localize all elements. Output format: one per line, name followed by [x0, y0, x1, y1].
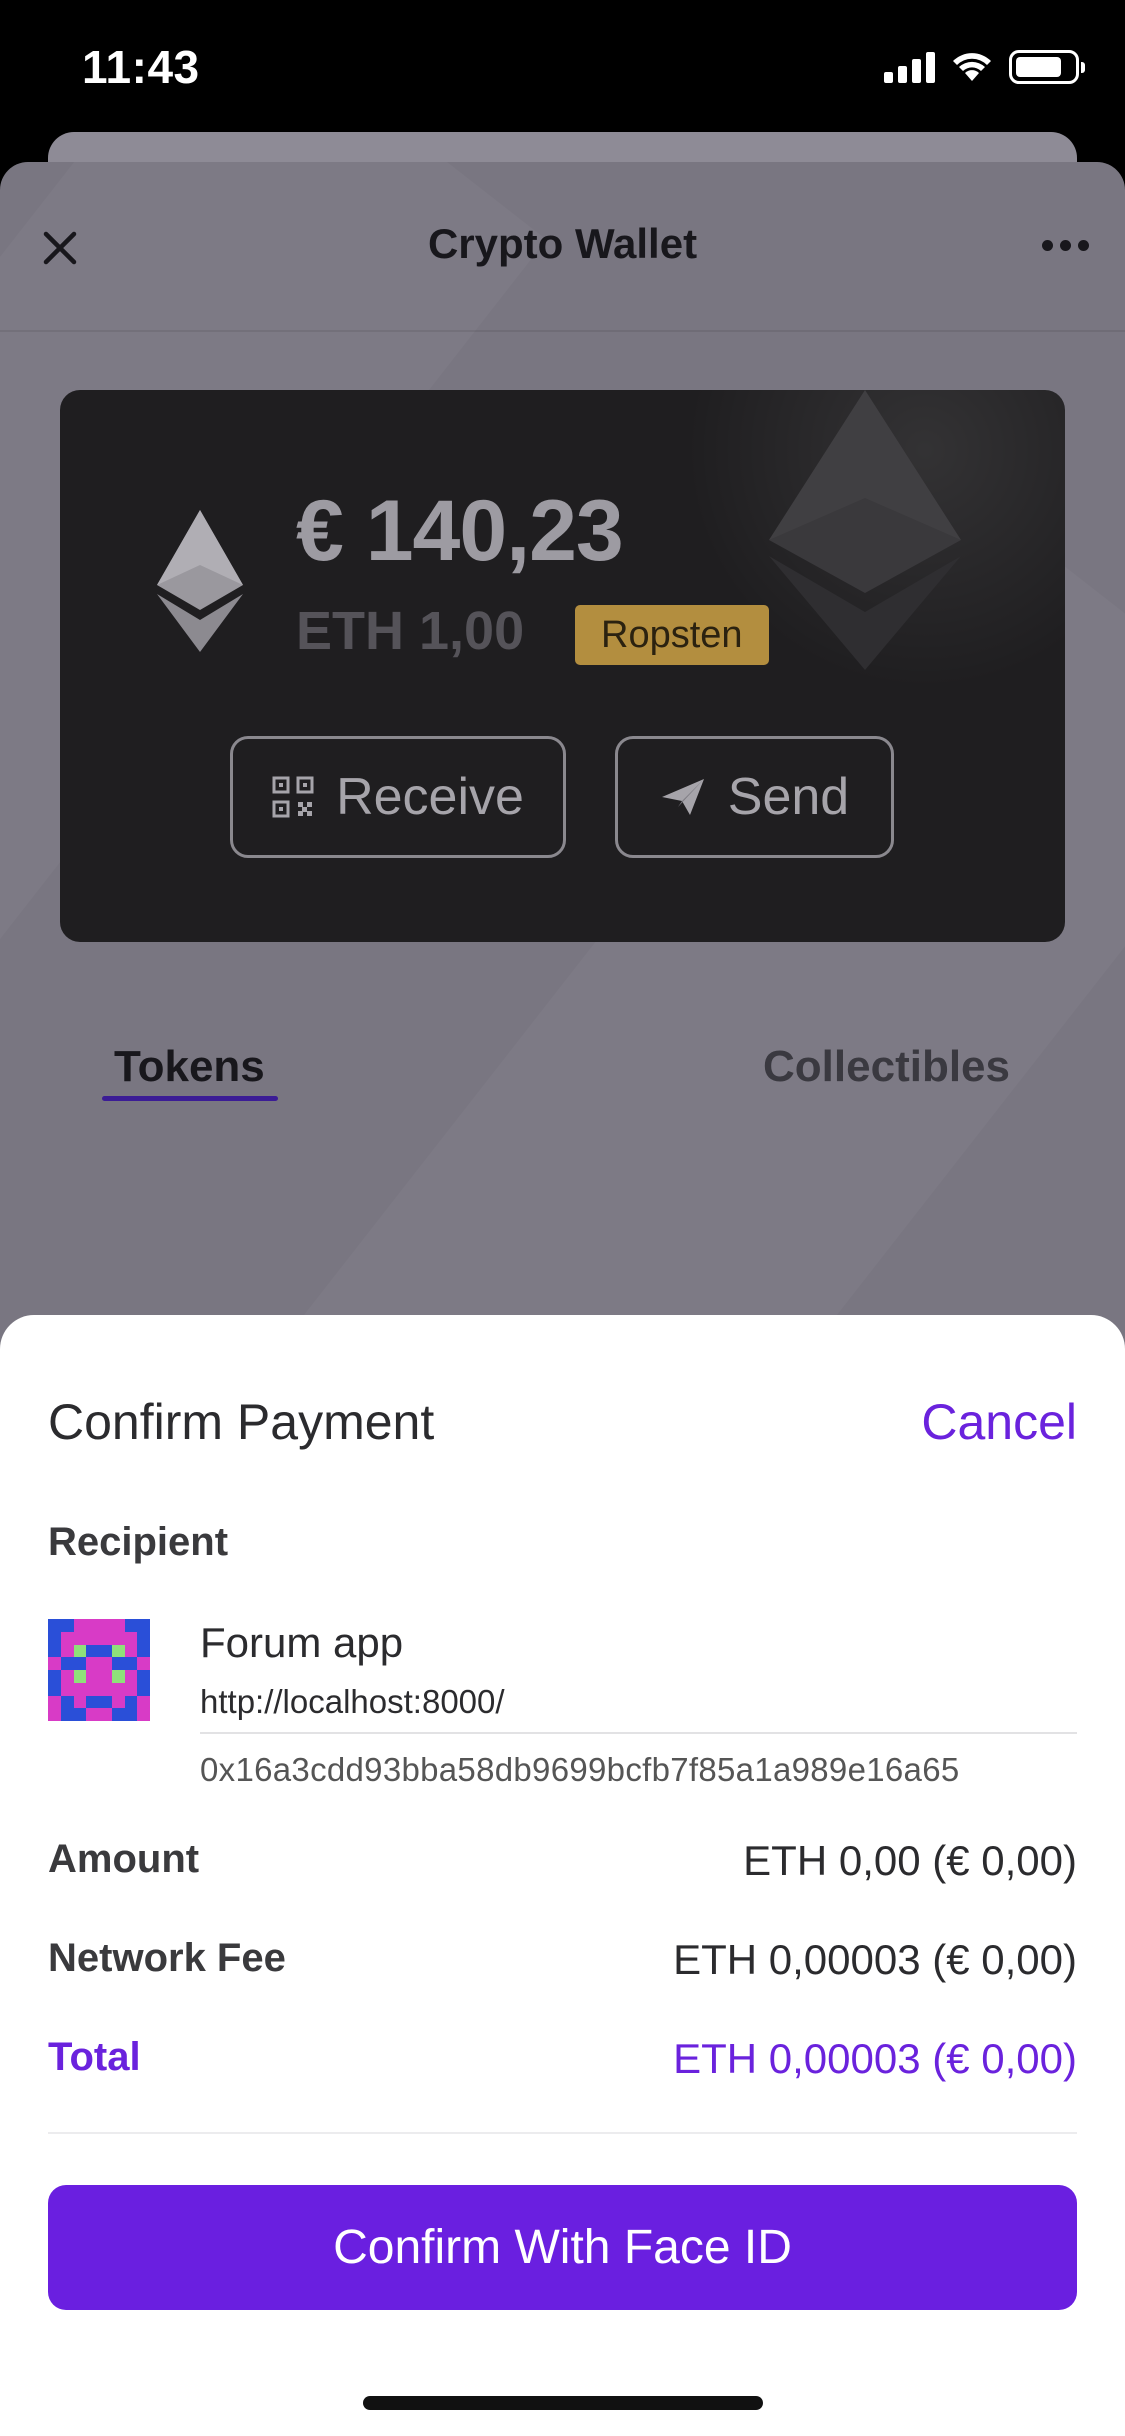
recipient-url: http://localhost:8000/ — [200, 1683, 505, 1720]
fiat-balance: € 140,23 — [296, 483, 624, 579]
status-icons — [884, 50, 1085, 84]
send-button[interactable]: Send — [615, 736, 894, 858]
sheet-title: Confirm Payment — [48, 1394, 435, 1450]
divider — [48, 2132, 1077, 2134]
receive-label: Receive — [336, 768, 524, 826]
divider — [200, 1732, 1077, 1734]
ethereum-icon — [769, 390, 961, 670]
recipient-label: Recipient — [48, 1520, 229, 1564]
tab-collectibles[interactable]: Collectibles — [763, 1042, 1010, 1092]
total-value: ETH 0,00003 (€ 0,00) — [673, 2035, 1077, 2082]
more-icon[interactable] — [1042, 240, 1089, 251]
recipient-address: 0x16a3cdd93bba58db9699bcfb7f85a1a989e16a… — [200, 1751, 960, 1788]
confirm-face-id-button[interactable]: Confirm With Face ID — [48, 2185, 1077, 2310]
amount-value: ETH 0,00 (€ 0,00) — [743, 1837, 1077, 1884]
confirm-payment-sheet: Confirm Payment Cancel Recipient Forum a… — [0, 1315, 1125, 2436]
network-badge: Ropsten — [575, 605, 769, 665]
total-label: Total — [48, 2035, 141, 2079]
tab-tokens[interactable]: Tokens — [114, 1042, 265, 1092]
network-fee-value: ETH 0,00003 (€ 0,00) — [673, 1936, 1077, 1983]
send-label: Send — [727, 768, 850, 826]
home-indicator[interactable] — [363, 2396, 763, 2410]
status-time: 11:43 — [82, 41, 200, 93]
page-title: Crypto Wallet — [427, 220, 698, 267]
qr-code-icon — [272, 776, 314, 818]
wifi-icon — [953, 53, 991, 81]
cellular-signal-icon — [884, 51, 935, 83]
avatar — [48, 1619, 150, 1721]
network-fee-label: Network Fee — [48, 1936, 286, 1980]
paper-plane-icon — [661, 779, 704, 815]
receive-button[interactable]: Receive — [230, 736, 566, 858]
active-tab-indicator — [102, 1096, 278, 1101]
ethereum-icon — [157, 510, 243, 652]
cancel-button[interactable]: Cancel — [921, 1393, 1077, 1451]
nav-divider — [0, 330, 1125, 332]
battery-icon — [1009, 50, 1085, 84]
wallet-card: € 140,23 ETH 1,00 Ropsten Receive Send — [60, 390, 1065, 942]
eth-balance: ETH 1,00 — [296, 601, 525, 661]
recipient-name: Forum app — [200, 1619, 404, 1666]
status-bar: 11:43 — [0, 0, 1125, 135]
amount-label: Amount — [48, 1837, 200, 1881]
